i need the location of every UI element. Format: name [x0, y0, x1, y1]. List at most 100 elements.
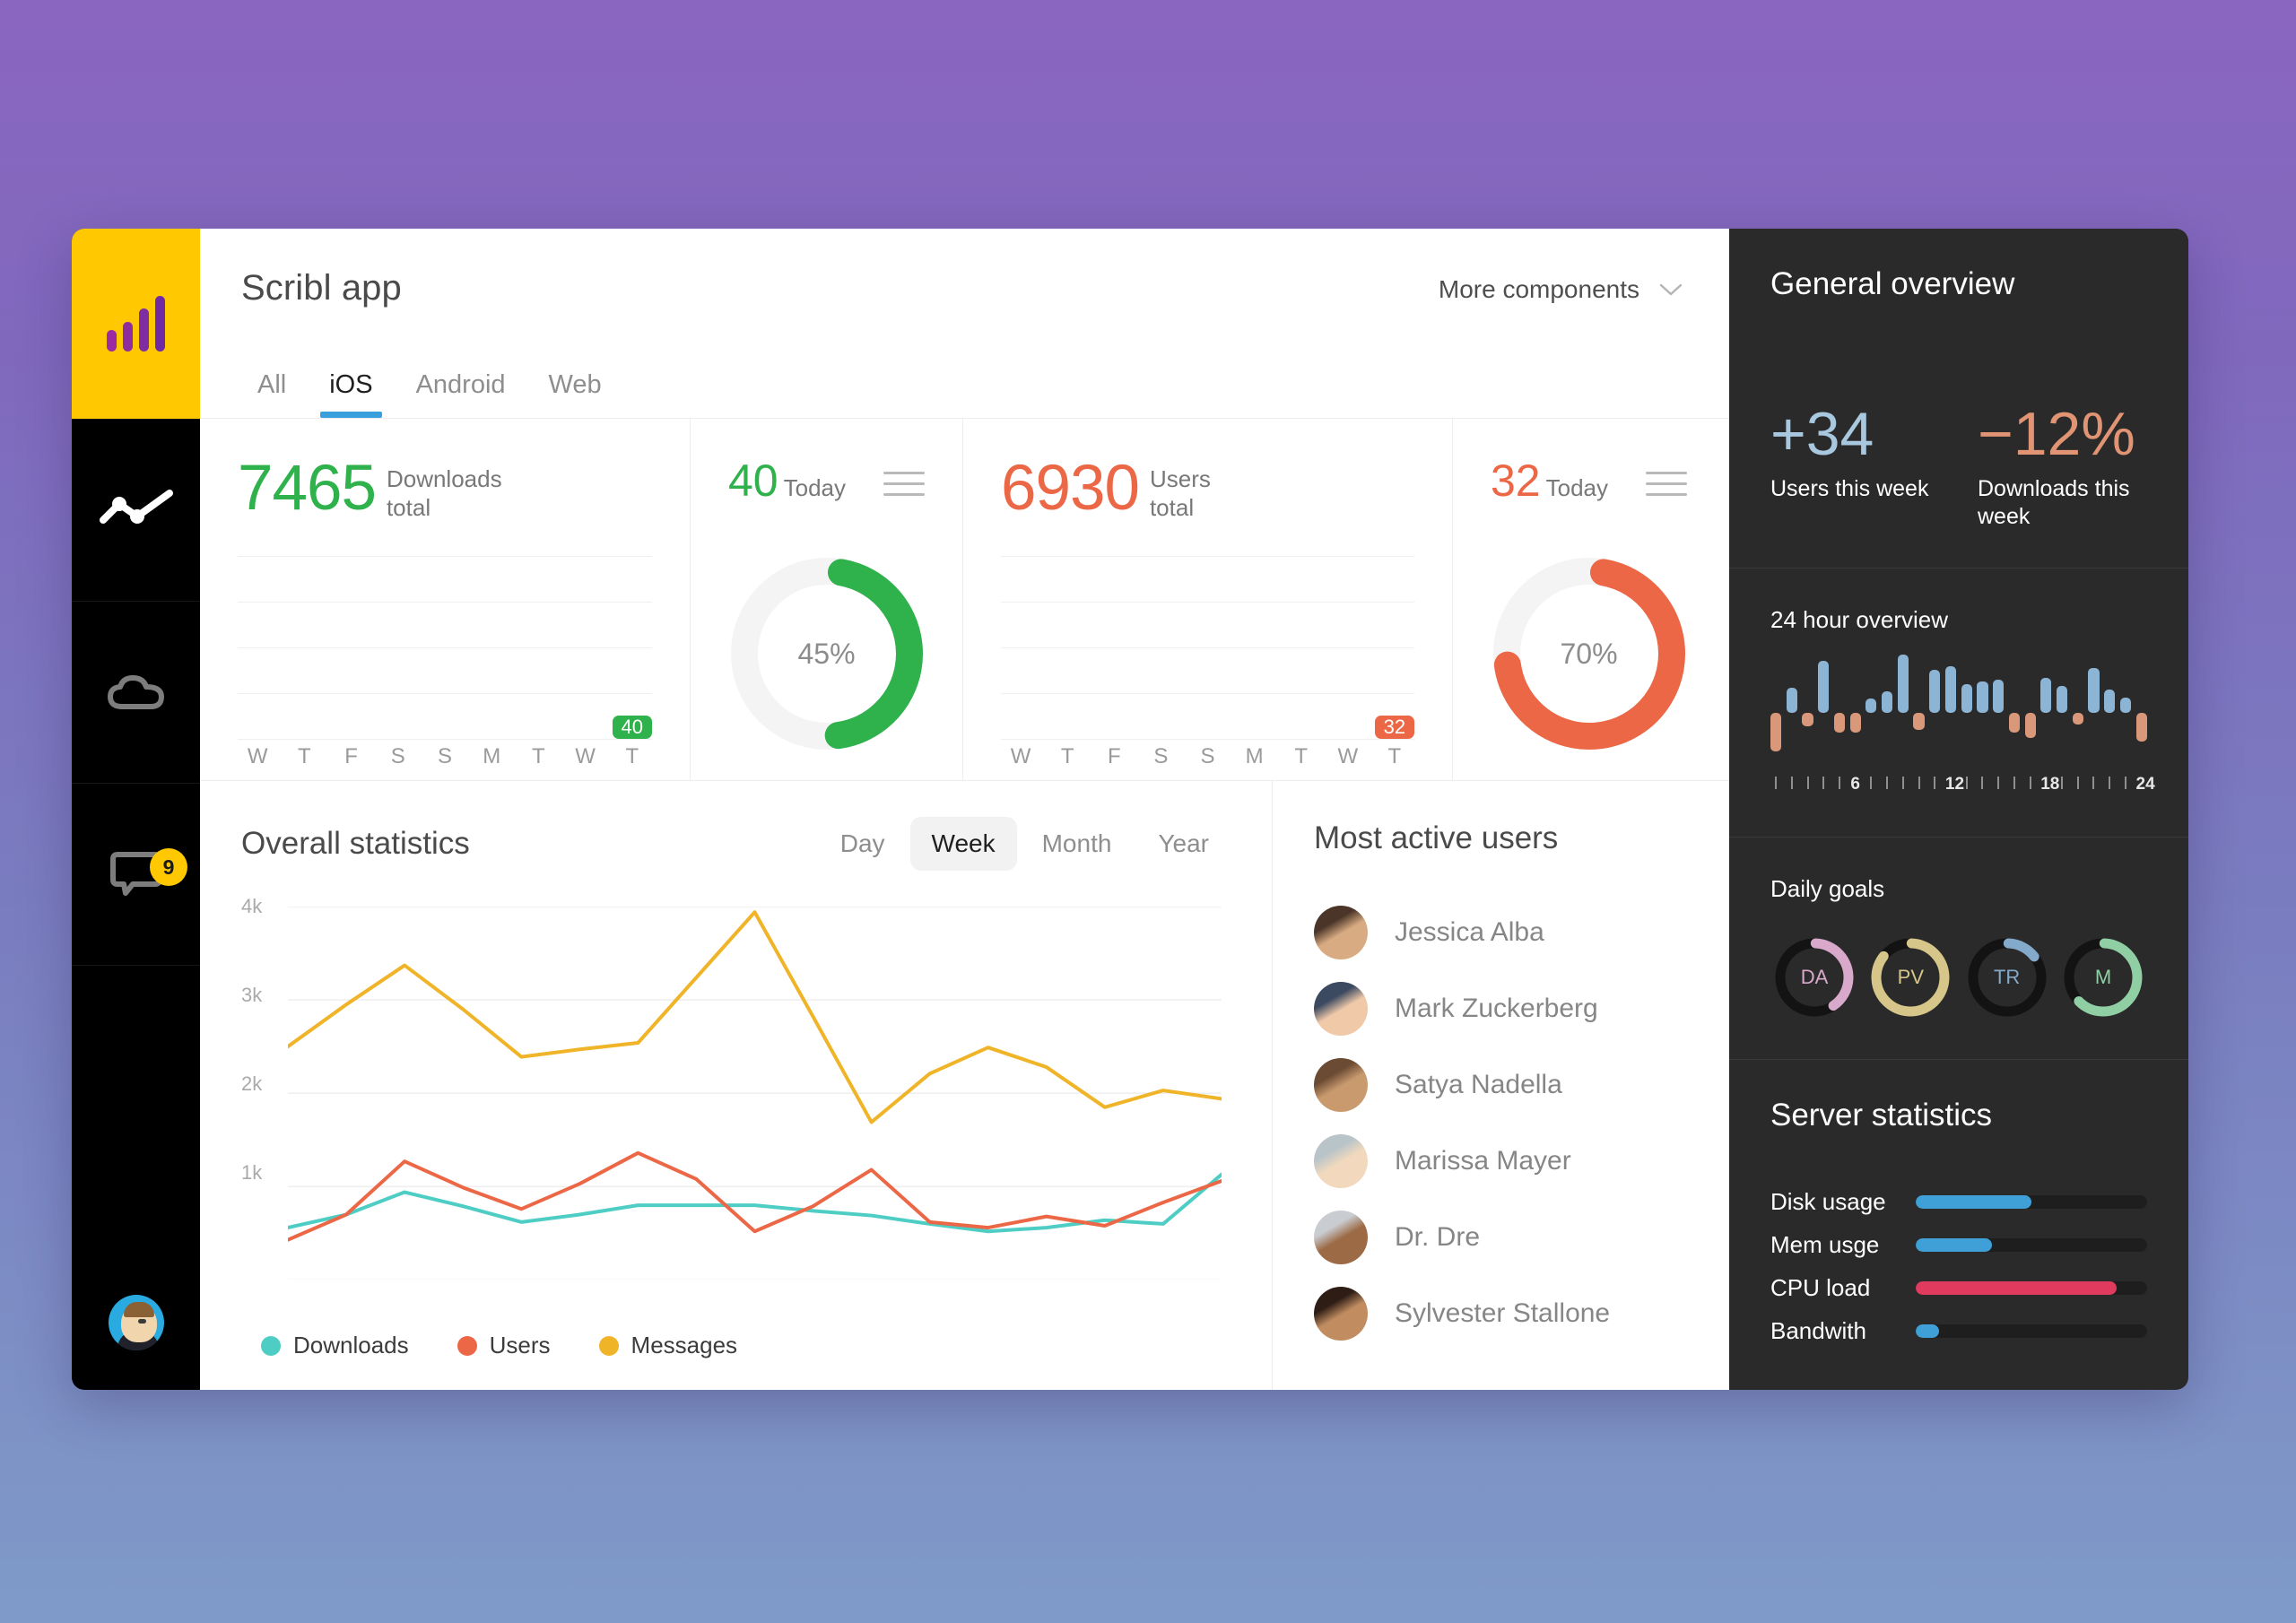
hour-axis-tick	[1818, 775, 1829, 794]
sidebar-item-more[interactable]	[72, 965, 200, 1147]
bar-axis-label: T	[1294, 744, 1309, 768]
list-item-label: Mark Zuckerberg	[1395, 993, 1598, 1023]
list-item[interactable]: Satya Nadella	[1314, 1046, 1729, 1123]
downloads-card-menu-icon[interactable]	[883, 472, 925, 496]
bar-axis-label: W	[247, 744, 268, 768]
server-stat-label: Bandwith	[1770, 1316, 1866, 1344]
hour-bar-column	[1961, 664, 1972, 761]
tab-ios[interactable]: iOS	[308, 370, 394, 418]
bar-axis-label: W	[1337, 744, 1359, 768]
sidebar-item-analytics[interactable]	[72, 419, 200, 601]
users-this-week-value: +34	[1770, 400, 1874, 468]
hour-axis-tick	[2088, 775, 2099, 794]
bar-axis-label: W	[1010, 744, 1031, 768]
tab-android[interactable]: Android	[395, 370, 527, 418]
hour-bar-column	[2024, 664, 2036, 761]
bar-axis-label: S	[1153, 744, 1169, 768]
hour-bar-up	[1977, 681, 1988, 713]
hour-bar-column	[1802, 664, 1813, 761]
range-week[interactable]: Week	[909, 817, 1017, 871]
goal-ring-m: M	[2059, 933, 2147, 1021]
more-components-dropdown[interactable]: More components	[1439, 268, 1683, 304]
stat-cards-row: 7465 Downloads total 40 W T F S S M T W T 40 Tod…	[200, 419, 1729, 781]
list-item[interactable]: Jessica Alba	[1314, 894, 1729, 970]
hour-bar-down	[2024, 713, 2036, 739]
hour-bar-up	[2040, 678, 2052, 713]
server-statistics-section: Server statistics Disk usage Mem usge CPU …	[1729, 1060, 2188, 1390]
hour-bar-up	[1897, 655, 1909, 713]
hour-axis-tick	[1882, 775, 1892, 794]
hour-axis-label: 6	[1850, 775, 1860, 794]
hour-axis-label: 24	[2135, 775, 2155, 794]
bar-axis-label: F	[1107, 744, 1121, 768]
hour-bar-down	[2135, 713, 2147, 742]
tab-web[interactable]: Web	[527, 370, 623, 418]
hour-axis-tick	[1993, 775, 2004, 794]
legend-dot-downloads	[261, 1335, 281, 1356]
server-stat-label: Mem usge	[1770, 1230, 1880, 1258]
hour-overview-axis: 6 12 18 24	[1770, 770, 2155, 799]
chart-legend: Downloads Users Messages	[241, 1332, 1231, 1390]
range-year[interactable]: Year	[1136, 817, 1231, 871]
goal-ring-label: TR	[1993, 966, 2021, 988]
hour-axis-tick	[2120, 775, 2131, 794]
hour-bar-column	[1929, 664, 1941, 761]
downloads-total-label: Downloads total	[386, 465, 502, 521]
satya-nadella-avatar	[1314, 1057, 1368, 1112]
more-components-label: More components	[1438, 275, 1639, 303]
daily-goals-title: Daily goals	[1770, 875, 1885, 902]
users-bar-chart: 32 W T F S S M T W T	[1001, 556, 1414, 780]
range-selector: Day Week Month Year	[819, 817, 1231, 871]
app-logo[interactable]	[72, 229, 200, 419]
hour-overview-chart	[1770, 655, 2147, 761]
bar-column: 40	[612, 716, 652, 739]
hour-axis-tick	[1834, 775, 1845, 794]
mark-zuckerberg-avatar	[1314, 981, 1368, 1036]
legend-item-downloads: Downloads	[261, 1332, 409, 1359]
hour-bar-column	[2135, 664, 2147, 761]
server-stat-track	[1916, 1237, 2147, 1252]
list-item[interactable]: Mark Zuckerberg	[1314, 970, 1729, 1046]
marissa-mayer-avatar	[1314, 1133, 1368, 1188]
platform-tabs: All iOS Android Web	[241, 370, 1683, 418]
hour-bar-column	[1993, 664, 2005, 761]
hour-bar-column	[2088, 664, 2100, 761]
bar-chart-logo-icon	[107, 296, 165, 352]
bar-axis-label: W	[575, 744, 596, 768]
hour-bar-column	[1866, 664, 1877, 761]
hour-bar-column	[1833, 664, 1846, 761]
users-donut-chart: 70%	[1453, 551, 1725, 757]
range-month[interactable]: Month	[1021, 817, 1134, 871]
server-stat-track	[1916, 1194, 2147, 1209]
main-content: Scribl app More components All iOS Andro…	[200, 229, 1729, 1390]
range-day[interactable]: Day	[819, 817, 907, 871]
hour-axis-tick	[1866, 775, 1876, 794]
downloads-this-week-label: Downloads this week	[1978, 476, 2130, 529]
sidebar-item-messages[interactable]: 9	[72, 783, 200, 965]
hour-bar-up	[1929, 670, 1941, 713]
line-series-messages	[288, 912, 1222, 1122]
bar-axis-label: T	[298, 744, 311, 768]
daily-goals-rings: DA PV TR M	[1770, 933, 2147, 1021]
sidebar-user-avatar[interactable]	[72, 1255, 200, 1390]
legend-dot-users	[457, 1335, 477, 1356]
list-item[interactable]: Dr. Dre	[1314, 1199, 1729, 1275]
sidebar-item-cloud[interactable]	[72, 601, 200, 783]
hour-bar-up	[1786, 687, 1797, 713]
daily-goals-section: Daily goals DA PV TR M	[1729, 838, 2188, 1060]
chevron-down-icon	[1659, 283, 1683, 296]
downloads-donut-chart: 45%	[691, 551, 962, 757]
tab-all[interactable]: All	[241, 370, 308, 418]
top-bar: Scribl app More components All iOS Andro…	[200, 229, 1729, 419]
server-stat-row: CPU load	[1770, 1266, 2147, 1309]
server-stat-fill	[1916, 1280, 2118, 1295]
bar-axis-label: T	[625, 744, 639, 768]
list-item[interactable]: Marissa Mayer	[1314, 1123, 1729, 1199]
legend-label-messages: Messages	[631, 1332, 738, 1358]
users-card-menu-icon[interactable]	[1646, 472, 1687, 496]
list-item[interactable]: Sylvester Stallone	[1314, 1275, 1729, 1351]
hour-axis-tick	[1977, 775, 1987, 794]
hour-bar-down	[1770, 713, 1782, 752]
overall-statistics-title: Overall statistics	[241, 826, 470, 861]
hour-axis-tick	[1770, 775, 1781, 794]
